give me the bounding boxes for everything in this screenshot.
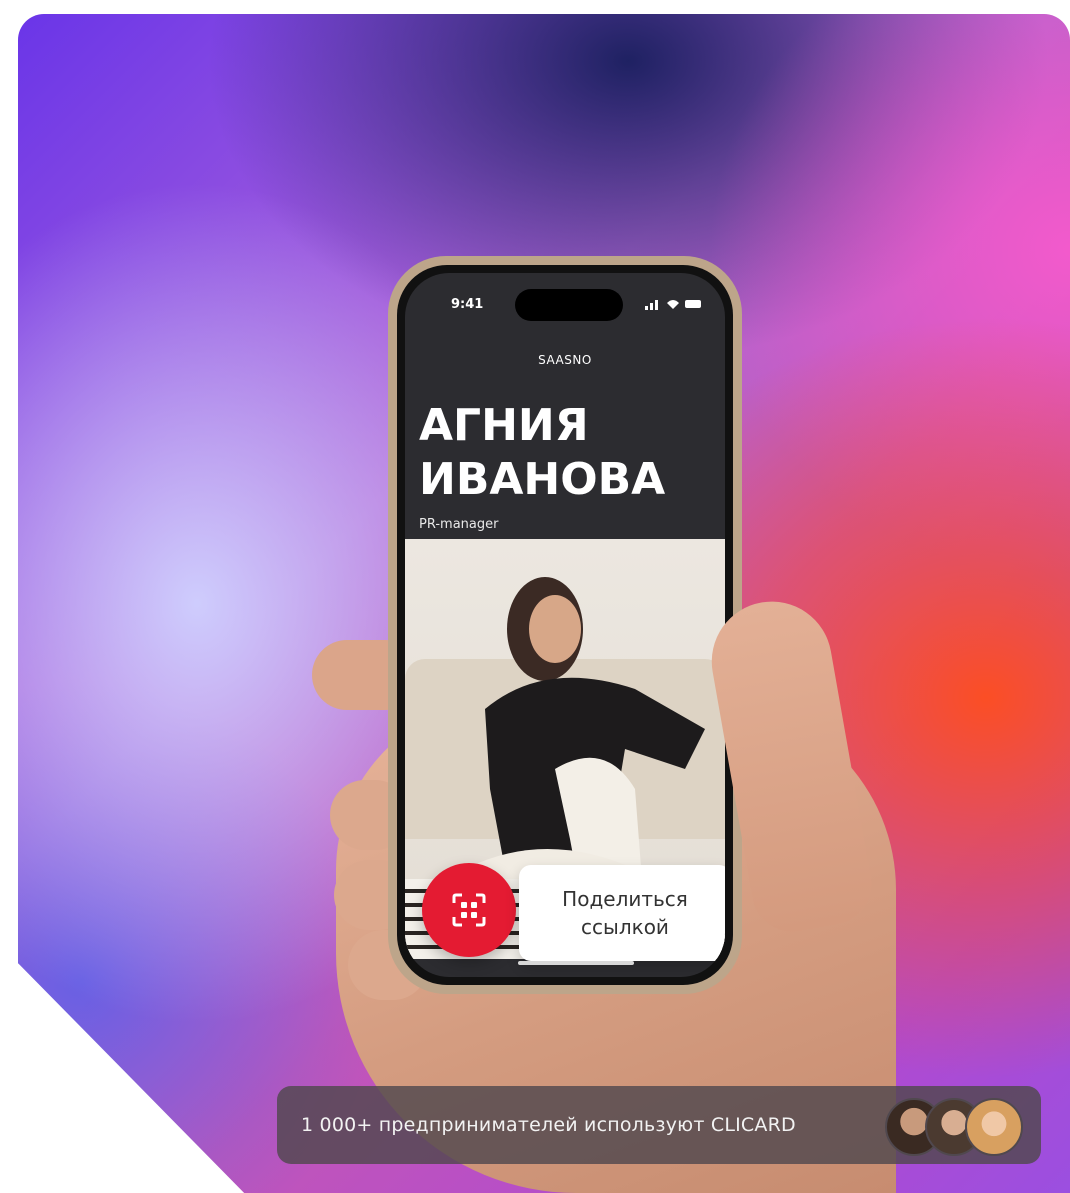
share-link-button[interactable]: Поделиться ссылкой (519, 865, 725, 961)
home-indicator (518, 961, 634, 965)
phone-bezel: 9:41 SAASNO АГНИЯ ИВАНОВА PR-manager Под… (397, 265, 733, 985)
person-name: АГНИЯ ИВАНОВА (419, 400, 666, 505)
share-link-label: Поделиться ссылкой (562, 887, 688, 939)
avatar (965, 1098, 1023, 1156)
qr-scan-icon (452, 893, 486, 927)
person-role: PR-manager (419, 517, 499, 532)
users-badge: 1 000+ предпринимателей используют CLICA… (277, 1086, 1041, 1164)
users-count-text: 1 000+ предпринимателей используют CLICA… (301, 1114, 796, 1136)
brand-label: SAASNO (538, 353, 592, 367)
status-icons (645, 300, 701, 310)
phone-mockup: 9:41 SAASNO АГНИЯ ИВАНОВА PR-manager Под… (388, 256, 742, 994)
dynamic-island (515, 289, 623, 321)
qr-button[interactable] (422, 863, 516, 957)
phone-screen: 9:41 SAASNO АГНИЯ ИВАНОВА PR-manager Под… (405, 273, 725, 977)
status-time: 9:41 (451, 297, 484, 312)
